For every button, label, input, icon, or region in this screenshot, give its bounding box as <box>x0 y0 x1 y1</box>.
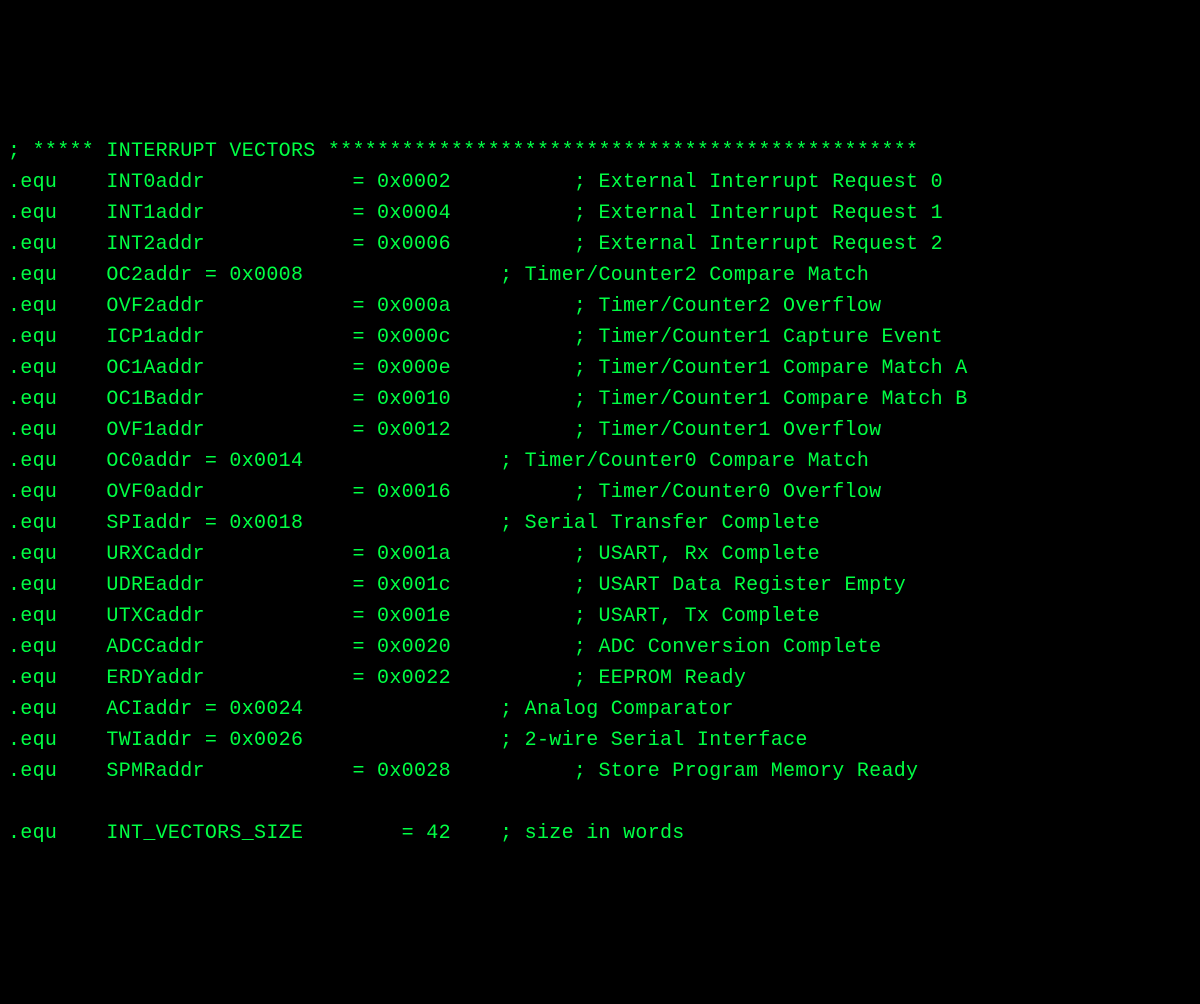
code-block: ; ***** INTERRUPT VECTORS **************… <box>8 136 1192 849</box>
